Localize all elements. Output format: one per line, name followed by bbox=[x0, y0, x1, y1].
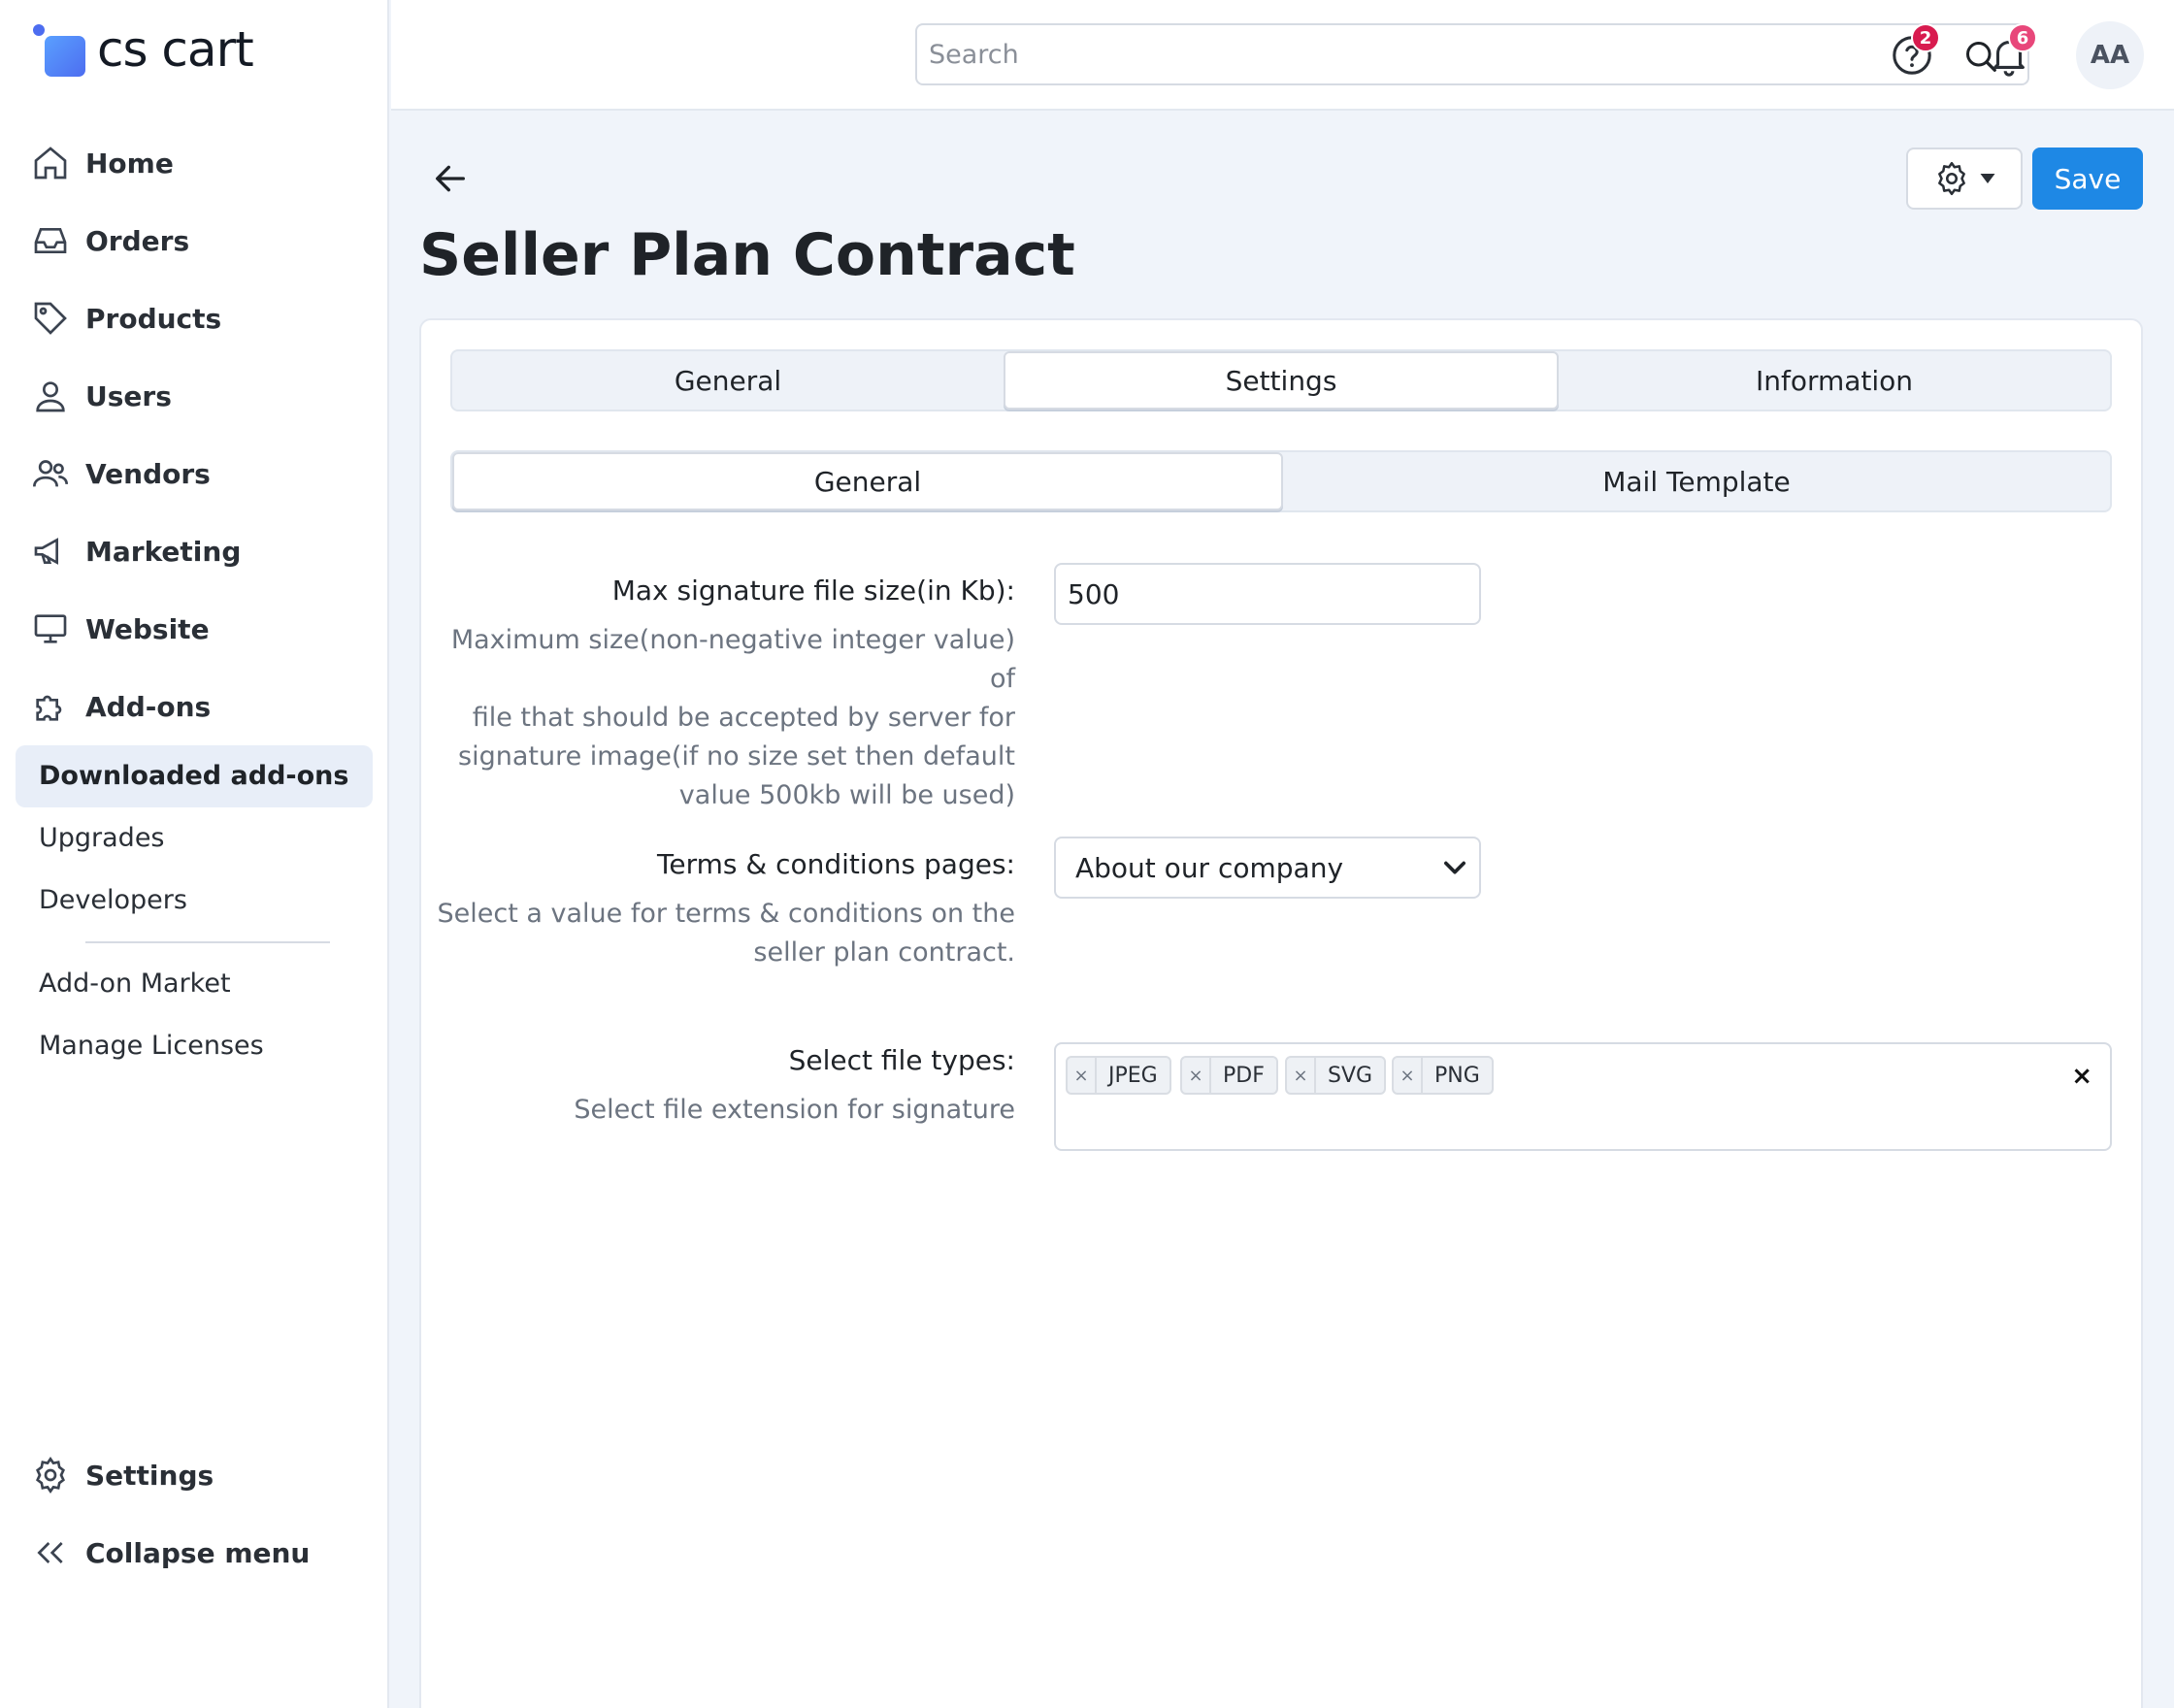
nav-item-label: Website bbox=[85, 612, 210, 645]
monitor-icon bbox=[29, 608, 72, 650]
divider bbox=[85, 941, 330, 943]
page-title: Seller Plan Contract bbox=[419, 221, 1075, 289]
file-type-tag: × PNG bbox=[1392, 1056, 1494, 1095]
remove-tag-icon[interactable]: × bbox=[1394, 1058, 1423, 1093]
settings-card: General Settings Information General Mai… bbox=[419, 318, 2143, 1708]
max-size-label: Max signature file size(in Kb): bbox=[611, 575, 1015, 607]
nav-item-products[interactable]: Products bbox=[29, 295, 221, 342]
nav-item-label: Home bbox=[85, 147, 174, 180]
help-line: Maximum size(non-negative integer value)… bbox=[450, 625, 1015, 694]
tag-label: SVG bbox=[1328, 1063, 1373, 1088]
chevron-down-icon bbox=[1444, 861, 1466, 874]
terms-select-value: About our company bbox=[1075, 851, 1344, 884]
file-type-tag: × PDF bbox=[1180, 1056, 1278, 1095]
nav-item-settings[interactable]: Settings bbox=[29, 1452, 214, 1498]
logo[interactable]: cs cart bbox=[31, 21, 254, 78]
terms-help: Select a value for terms & conditions on… bbox=[421, 895, 1015, 972]
nav-item-addons[interactable]: Add-ons bbox=[29, 683, 211, 730]
tab-information[interactable]: Information bbox=[1559, 351, 2110, 410]
notifications-badge: 6 bbox=[2008, 23, 2037, 52]
sub-item-upgrades[interactable]: Upgrades bbox=[39, 823, 165, 853]
search-input[interactable] bbox=[917, 25, 2027, 83]
file-types-label: Select file types: bbox=[788, 1044, 1015, 1076]
nav-item-website[interactable]: Website bbox=[29, 606, 210, 652]
tab-settings[interactable]: Settings bbox=[1004, 351, 1559, 410]
file-type-tag: × JPEG bbox=[1066, 1056, 1171, 1095]
gear-icon bbox=[1938, 161, 1965, 196]
subtab-mail-template[interactable]: Mail Template bbox=[1283, 452, 2110, 510]
max-size-help: Maximum size(non-negative integer value)… bbox=[421, 621, 1015, 815]
nav-item-label: Collapse menu bbox=[85, 1536, 311, 1569]
avatar[interactable]: AA bbox=[2076, 21, 2144, 89]
nav-item-vendors[interactable]: Vendors bbox=[29, 450, 211, 497]
sub-item-manage-licenses[interactable]: Manage Licenses bbox=[39, 1031, 264, 1061]
search-box bbox=[915, 23, 2029, 85]
puzzle-icon bbox=[29, 685, 72, 728]
help-line: value 500kb will be used) bbox=[678, 780, 1015, 810]
nav-item-label: Users bbox=[85, 379, 172, 412]
tab-general[interactable]: General bbox=[452, 351, 1004, 410]
sidebar: cs cart Home Orders Products Users Vendo… bbox=[0, 0, 389, 1708]
help-line: signature image(if no size set then defa… bbox=[458, 741, 1015, 772]
nav-item-label: Products bbox=[85, 302, 222, 335]
sub-item-addon-market[interactable]: Add-on Market bbox=[39, 969, 231, 999]
primary-tabs: General Settings Information bbox=[450, 349, 2112, 411]
help-badge: 2 bbox=[1911, 23, 1940, 52]
tag-label: PDF bbox=[1223, 1063, 1265, 1088]
remove-tag-icon[interactable]: × bbox=[1182, 1058, 1211, 1093]
nav-item-label: Marketing bbox=[85, 535, 242, 568]
top-bar: 2 6 AA bbox=[391, 0, 2174, 111]
save-button[interactable]: Save bbox=[2032, 148, 2143, 210]
secondary-tabs: General Mail Template bbox=[450, 450, 2112, 512]
megaphone-icon bbox=[29, 530, 72, 573]
remove-tag-icon[interactable]: × bbox=[1068, 1058, 1097, 1093]
notifications-button[interactable]: 6 bbox=[1987, 23, 2037, 78]
chevrons-left-icon bbox=[29, 1531, 72, 1574]
nav-item-label: Settings bbox=[85, 1459, 214, 1492]
file-type-tag: × SVG bbox=[1285, 1056, 1387, 1095]
user-icon bbox=[29, 375, 72, 417]
sub-item-label: Downloaded add-ons bbox=[39, 761, 349, 791]
home-icon bbox=[29, 142, 72, 184]
clear-all-icon[interactable]: × bbox=[2071, 1062, 2092, 1091]
nav-item-label: Add-ons bbox=[85, 690, 212, 723]
tag-label: PNG bbox=[1434, 1063, 1480, 1088]
nav-item-marketing[interactable]: Marketing bbox=[29, 528, 241, 575]
nav-item-label: Orders bbox=[85, 224, 190, 257]
settings-dropdown-button[interactable] bbox=[1906, 148, 2023, 210]
tag-icon bbox=[29, 297, 72, 340]
logo-mark-icon bbox=[31, 22, 85, 77]
nav-item-label: Vendors bbox=[85, 457, 211, 490]
nav-item-orders[interactable]: Orders bbox=[29, 217, 189, 264]
inbox-icon bbox=[29, 219, 72, 262]
nav-item-home[interactable]: Home bbox=[29, 140, 174, 186]
help-line: file that should be accepted by server f… bbox=[472, 703, 1015, 733]
users-icon bbox=[29, 452, 72, 495]
help-line: Select a value for terms & conditions on… bbox=[437, 899, 1015, 929]
gear-icon bbox=[29, 1454, 72, 1496]
sub-item-developers[interactable]: Developers bbox=[39, 885, 187, 915]
file-types-help: Select file extension for signature bbox=[574, 1095, 1015, 1125]
back-arrow-icon[interactable] bbox=[431, 159, 470, 198]
nav-item-users[interactable]: Users bbox=[29, 373, 172, 419]
subtab-general[interactable]: General bbox=[452, 452, 1283, 510]
help-line: seller plan contract. bbox=[753, 937, 1015, 968]
remove-tag-icon[interactable]: × bbox=[1287, 1058, 1316, 1093]
max-size-input[interactable] bbox=[1054, 563, 1481, 625]
tag-label: JPEG bbox=[1108, 1063, 1158, 1088]
logo-text: cs cart bbox=[97, 21, 254, 78]
file-types-multiselect[interactable]: × JPEG × PDF × SVG × PNG × bbox=[1054, 1042, 2112, 1151]
caret-down-icon bbox=[1980, 174, 1995, 183]
terms-select[interactable]: About our company bbox=[1054, 837, 1481, 899]
terms-label: Terms & conditions pages: bbox=[657, 848, 1015, 880]
help-button[interactable]: 2 bbox=[1890, 23, 1940, 78]
collapse-menu-button[interactable]: Collapse menu bbox=[29, 1529, 310, 1576]
